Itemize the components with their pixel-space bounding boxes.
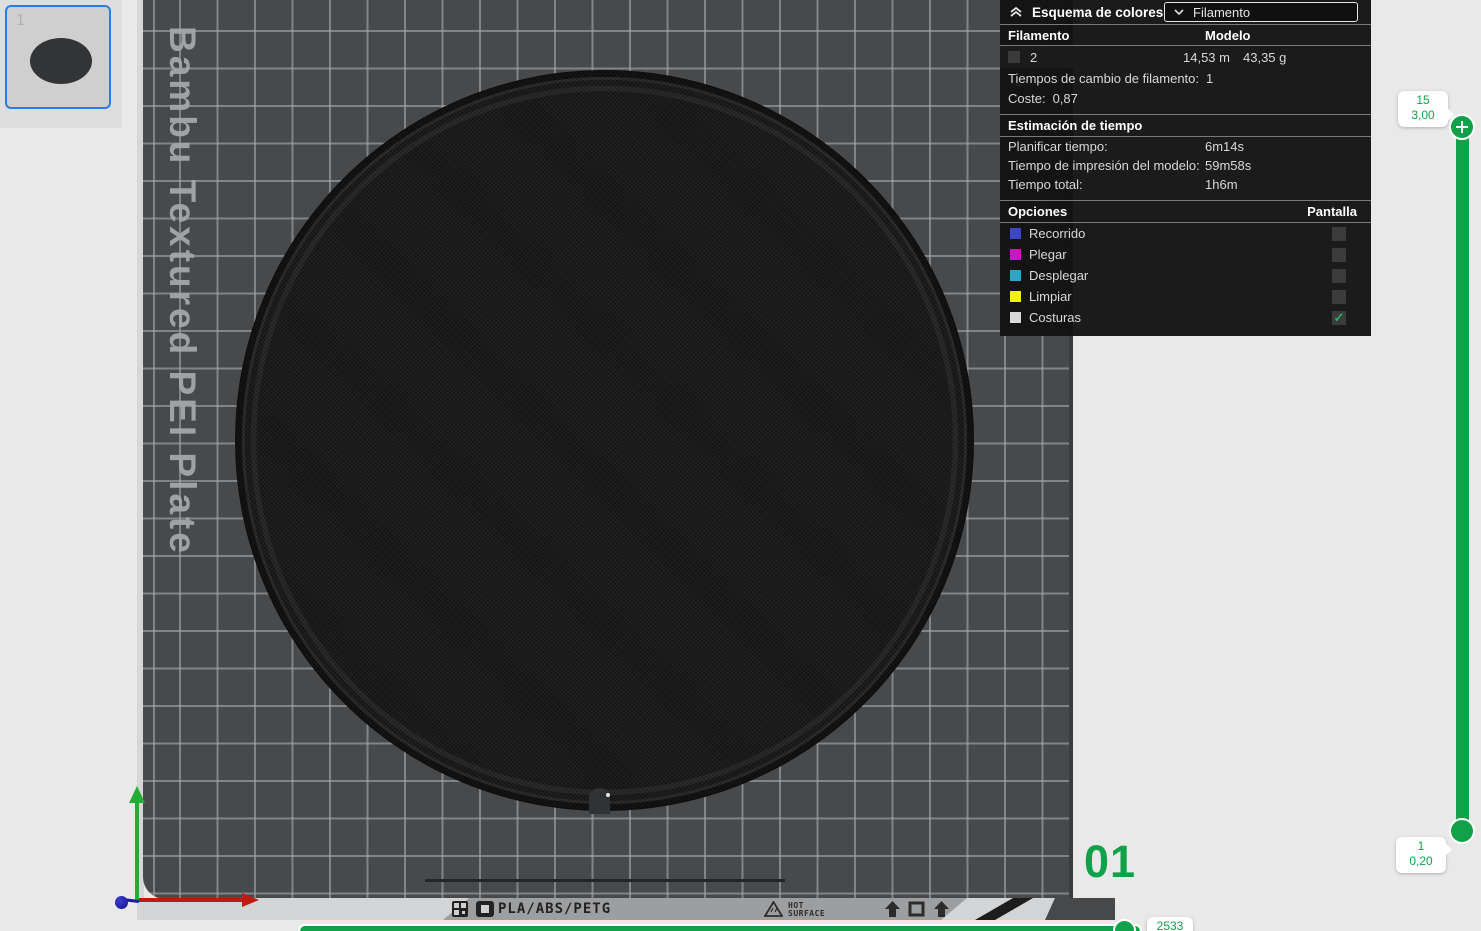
- layer-slider-track[interactable]: [1456, 119, 1469, 838]
- filament-table-header: Filamento Modelo: [1000, 24, 1371, 46]
- layer-slider-bottom-handle[interactable]: [1449, 818, 1475, 844]
- option-label: Recorrido: [1029, 226, 1086, 241]
- sliced-model-layer[interactable]: [236, 71, 973, 810]
- seam-notch: [589, 788, 610, 814]
- plate-thumbnail-strip: 1: [0, 0, 122, 128]
- cost-label: Coste:: [1008, 90, 1046, 106]
- step-slider-track[interactable]: [298, 924, 1142, 931]
- view-mode-value: Filamento: [1193, 4, 1251, 20]
- time-row-value: 1h6m: [1205, 177, 1238, 192]
- time-row-label: Tiempo de impresión del modelo:: [1008, 158, 1200, 173]
- col-filament: Filamento: [1008, 27, 1070, 43]
- layer-slider-bottom-tooltip: 1 0,20: [1396, 837, 1446, 873]
- option-color-swatch: [1010, 312, 1021, 323]
- plate-gray-stripe: [1045, 898, 1115, 920]
- top-layer-height: 3,00: [1411, 108, 1435, 122]
- option-label: Desplegar: [1029, 268, 1089, 283]
- option-row-desplegar: Desplegar: [1000, 265, 1371, 286]
- chevron-down-icon: [1174, 9, 1184, 16]
- lift-arrow-icon: [885, 901, 900, 917]
- option-row-costuras: Costuras ✓: [1000, 307, 1371, 328]
- option-color-swatch: [1010, 270, 1021, 281]
- plate-front-edge: PLA/ABS/PETG HOT SURFACE: [140, 898, 1115, 920]
- filament-id: 2: [1030, 49, 1038, 65]
- plate-black-stripe: [975, 898, 1033, 920]
- time-row-label: Planificar tiempo:: [1008, 139, 1108, 154]
- y-axis-line: [135, 800, 139, 900]
- color-scheme-panel: Esquema de colores Filamento Filamento M…: [1000, 0, 1371, 336]
- option-color-swatch: [1010, 291, 1021, 302]
- collapse-panel-icon[interactable]: [1008, 4, 1024, 20]
- filament-weight: 43,35 g: [1243, 49, 1287, 65]
- step-slider-handle[interactable]: [1113, 919, 1136, 931]
- cost-row: Coste: 0,87: [1000, 88, 1371, 108]
- filament-changes-row: Tiempos de cambio de filamento: 1: [1000, 68, 1371, 88]
- plate-outline-icon: [908, 901, 925, 917]
- option-row-plegar: Plegar: [1000, 244, 1371, 265]
- time-row-label: Tiempo total:: [1008, 177, 1083, 192]
- cost-value: 0,87: [1052, 90, 1078, 106]
- y-axis-arrow-icon: [129, 786, 145, 803]
- time-row: Tiempo de impresión del modelo: 59m58s: [1000, 156, 1371, 175]
- display-column-header: Pantalla: [1307, 204, 1357, 219]
- option-label: Limpiar: [1029, 289, 1072, 304]
- wipe-line: [425, 879, 785, 882]
- hot-surface-label: HOT SURFACE: [788, 901, 826, 918]
- bottom-layer-number: 1: [1417, 839, 1425, 853]
- filament-length: 14,53 m: [1183, 49, 1230, 65]
- options-section-header: Opciones Pantalla: [1000, 200, 1371, 223]
- time-section-title: Estimación de tiempo: [1008, 118, 1143, 133]
- step-slider-tooltip: 2533: [1147, 917, 1193, 931]
- time-row-value: 6m14s: [1205, 139, 1245, 154]
- plate-thumbnail[interactable]: 1: [5, 5, 111, 109]
- option-label: Costuras: [1029, 310, 1082, 325]
- plate-thumbnail-index: 1: [16, 12, 25, 29]
- slicer-preview-viewport: Bambu Textured PEI Plate PLA/ABS/PETG HO…: [0, 0, 1481, 931]
- time-row-value: 59m58s: [1205, 158, 1252, 173]
- time-section-header: Estimación de tiempo: [1000, 114, 1371, 137]
- panel-title: Esquema de colores: [1032, 4, 1164, 20]
- col-model: Modelo: [1205, 27, 1251, 43]
- qr-code-icon: [452, 901, 468, 917]
- filament-color-swatch: [1008, 51, 1020, 63]
- panel-header: Esquema de colores Filamento: [1000, 0, 1371, 24]
- filament-row[interactable]: 2 14,53 m 43,35 g: [1000, 46, 1371, 68]
- option-checkbox[interactable]: [1332, 226, 1346, 241]
- view-mode-dropdown[interactable]: Filamento: [1164, 2, 1358, 22]
- filament-changes-label: Tiempos de cambio de filamento:: [1008, 70, 1200, 86]
- option-row-recorrido: Recorrido: [1000, 223, 1371, 244]
- layer-slider-top-tooltip: 15 3,00: [1398, 91, 1448, 127]
- current-layer-label: 01: [1084, 836, 1137, 887]
- option-checkbox[interactable]: [1332, 247, 1346, 262]
- top-layer-number: 15: [1416, 93, 1430, 107]
- time-row: Planificar tiempo: 6m14s: [1000, 137, 1371, 156]
- plate-logo-icon: [476, 901, 494, 917]
- x-axis-arrow-icon: [242, 893, 259, 907]
- option-checkbox[interactable]: ✓: [1332, 310, 1346, 325]
- seam-marker: [606, 793, 610, 797]
- x-axis-line: [139, 898, 243, 902]
- hot-surface-warning-icon: [764, 901, 783, 917]
- layer-slider-top-handle[interactable]: [1449, 114, 1475, 140]
- option-checkbox[interactable]: [1332, 289, 1346, 304]
- time-row: Tiempo total: 1h6m: [1000, 175, 1371, 194]
- lift-arrow-icon: [934, 901, 949, 917]
- bottom-layer-height: 0,20: [1409, 854, 1433, 868]
- option-row-limpiar: Limpiar: [1000, 286, 1371, 307]
- options-section-title: Opciones: [1008, 204, 1068, 219]
- option-color-swatch: [1010, 249, 1021, 260]
- option-label: Plegar: [1029, 247, 1067, 262]
- filament-changes-value: 1: [1206, 70, 1214, 86]
- thumbnail-model-preview: [30, 38, 92, 84]
- plate-surface-text: Bambu Textured PEI Plate: [162, 26, 203, 556]
- z-axis-origin-dot: [115, 896, 128, 909]
- plate-material-text: PLA/ABS/PETG: [498, 901, 612, 917]
- option-color-swatch: [1010, 228, 1021, 239]
- option-checkbox[interactable]: [1332, 268, 1346, 283]
